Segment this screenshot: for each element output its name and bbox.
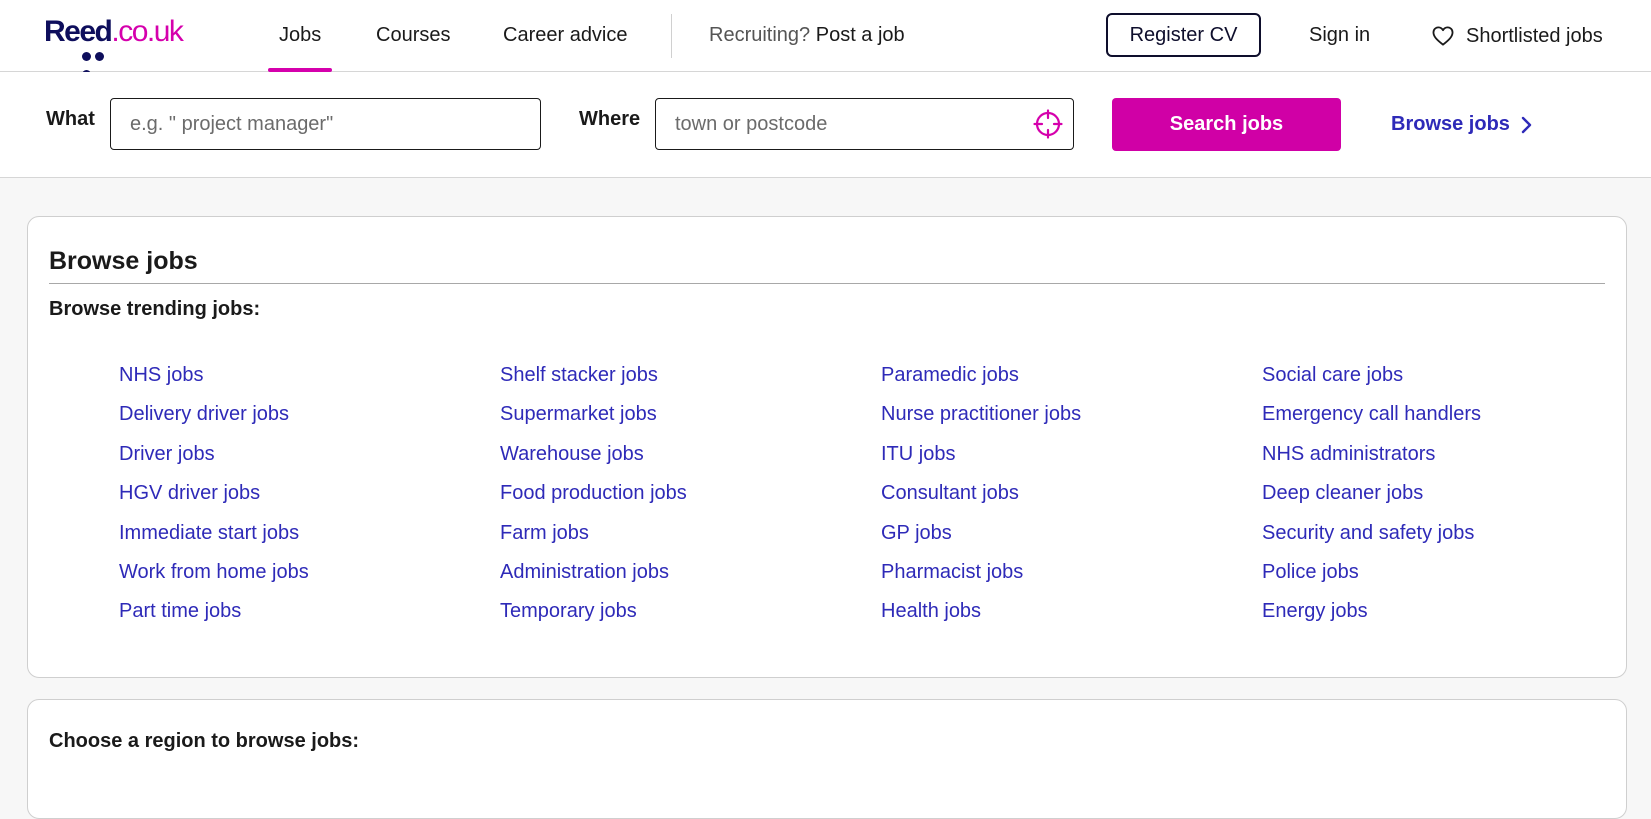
trending-job-link[interactable]: Police jobs bbox=[1262, 553, 1643, 592]
post-a-job-link[interactable]: Post a job bbox=[816, 24, 905, 46]
logo-secondary: .co.uk bbox=[111, 15, 184, 48]
nav-jobs[interactable]: Jobs bbox=[267, 0, 333, 72]
recruiting-prompt: Recruiting? Post a job bbox=[709, 0, 905, 72]
trending-job-link[interactable]: Security and safety jobs bbox=[1262, 514, 1643, 553]
trending-job-link[interactable]: Supermarket jobs bbox=[500, 395, 881, 434]
recruiting-prefix: Recruiting? bbox=[709, 24, 811, 46]
trending-job-link[interactable]: ITU jobs bbox=[881, 435, 1262, 474]
trending-job-link[interactable]: Health jobs bbox=[881, 592, 1262, 631]
register-cv-button[interactable]: Register CV bbox=[1106, 13, 1261, 57]
browse-jobs-link[interactable]: Browse jobs bbox=[1391, 98, 1532, 151]
title-divider bbox=[49, 283, 1605, 284]
trending-job-link[interactable]: Driver jobs bbox=[119, 435, 500, 474]
trending-job-link[interactable]: Deep cleaner jobs bbox=[1262, 474, 1643, 513]
trending-job-link[interactable]: Shelf stacker jobs bbox=[500, 356, 881, 395]
sign-in-link[interactable]: Sign in bbox=[1309, 0, 1370, 72]
what-label: What bbox=[46, 108, 95, 130]
shortlisted-jobs-link[interactable]: Shortlisted jobs bbox=[1432, 0, 1603, 72]
where-label: Where bbox=[579, 108, 641, 130]
trending-job-link[interactable]: Food production jobs bbox=[500, 474, 881, 513]
search-jobs-button[interactable]: Search jobs bbox=[1112, 98, 1341, 151]
job-search-bar: What Where Search jobs Browse jobs bbox=[0, 72, 1651, 178]
logo-primary: Reed bbox=[44, 15, 113, 48]
trending-job-link[interactable]: Temporary jobs bbox=[500, 592, 881, 631]
reed-logo[interactable]: Reed.co.uk bbox=[44, 14, 194, 79]
trending-job-link[interactable]: Work from home jobs bbox=[119, 553, 500, 592]
logo-dots-icon bbox=[82, 48, 118, 79]
regions-heading: Choose a region to browse jobs: bbox=[49, 730, 360, 752]
trending-job-link[interactable]: Part time jobs bbox=[119, 592, 500, 631]
crosshair-icon[interactable] bbox=[1033, 109, 1063, 139]
trending-job-link[interactable]: Paramedic jobs bbox=[881, 356, 1262, 395]
trending-job-link[interactable]: Emergency call handlers bbox=[1262, 395, 1643, 434]
trending-job-link[interactable]: Delivery driver jobs bbox=[119, 395, 500, 434]
where-input[interactable] bbox=[655, 98, 1074, 150]
regions-card: Choose a region to browse jobs: bbox=[27, 699, 1627, 819]
heart-icon bbox=[1432, 26, 1454, 46]
what-input[interactable] bbox=[110, 98, 541, 150]
nav-divider bbox=[671, 14, 672, 58]
trending-job-link[interactable]: NHS administrators bbox=[1262, 435, 1643, 474]
nav-career-advice[interactable]: Career advice bbox=[503, 0, 628, 72]
trending-job-link[interactable]: Consultant jobs bbox=[881, 474, 1262, 513]
shortlisted-jobs-label: Shortlisted jobs bbox=[1466, 24, 1603, 47]
logo-wordmark: Reed.co.uk bbox=[44, 14, 184, 50]
trending-job-link[interactable]: Administration jobs bbox=[500, 553, 881, 592]
trending-job-link[interactable]: HGV driver jobs bbox=[119, 474, 500, 513]
browse-jobs-label: Browse jobs bbox=[1391, 113, 1510, 135]
trending-job-link[interactable]: Nurse practitioner jobs bbox=[881, 395, 1262, 434]
trending-job-link[interactable]: Farm jobs bbox=[500, 514, 881, 553]
trending-job-link[interactable]: Immediate start jobs bbox=[119, 514, 500, 553]
trending-jobs-grid: NHS jobs Shelf stacker jobs Paramedic jobs… bbox=[119, 356, 1579, 632]
trending-job-link[interactable]: Warehouse jobs bbox=[500, 435, 881, 474]
browse-jobs-title: Browse jobs bbox=[49, 247, 198, 275]
browse-jobs-card: Browse jobs Browse trending jobs: NHS jo… bbox=[27, 216, 1627, 678]
chevron-right-icon bbox=[1521, 116, 1532, 133]
nav-courses[interactable]: Courses bbox=[376, 0, 450, 72]
trending-job-link[interactable]: Energy jobs bbox=[1262, 592, 1643, 631]
trending-job-link[interactable]: Pharmacist jobs bbox=[881, 553, 1262, 592]
trending-job-link[interactable]: Social care jobs bbox=[1262, 356, 1643, 395]
trending-job-link[interactable]: GP jobs bbox=[881, 514, 1262, 553]
trending-jobs-heading: Browse trending jobs: bbox=[49, 298, 261, 320]
top-navigation: Reed.co.uk Jobs Courses Career advice Re… bbox=[0, 0, 1651, 79]
trending-job-link[interactable]: NHS jobs bbox=[119, 356, 500, 395]
